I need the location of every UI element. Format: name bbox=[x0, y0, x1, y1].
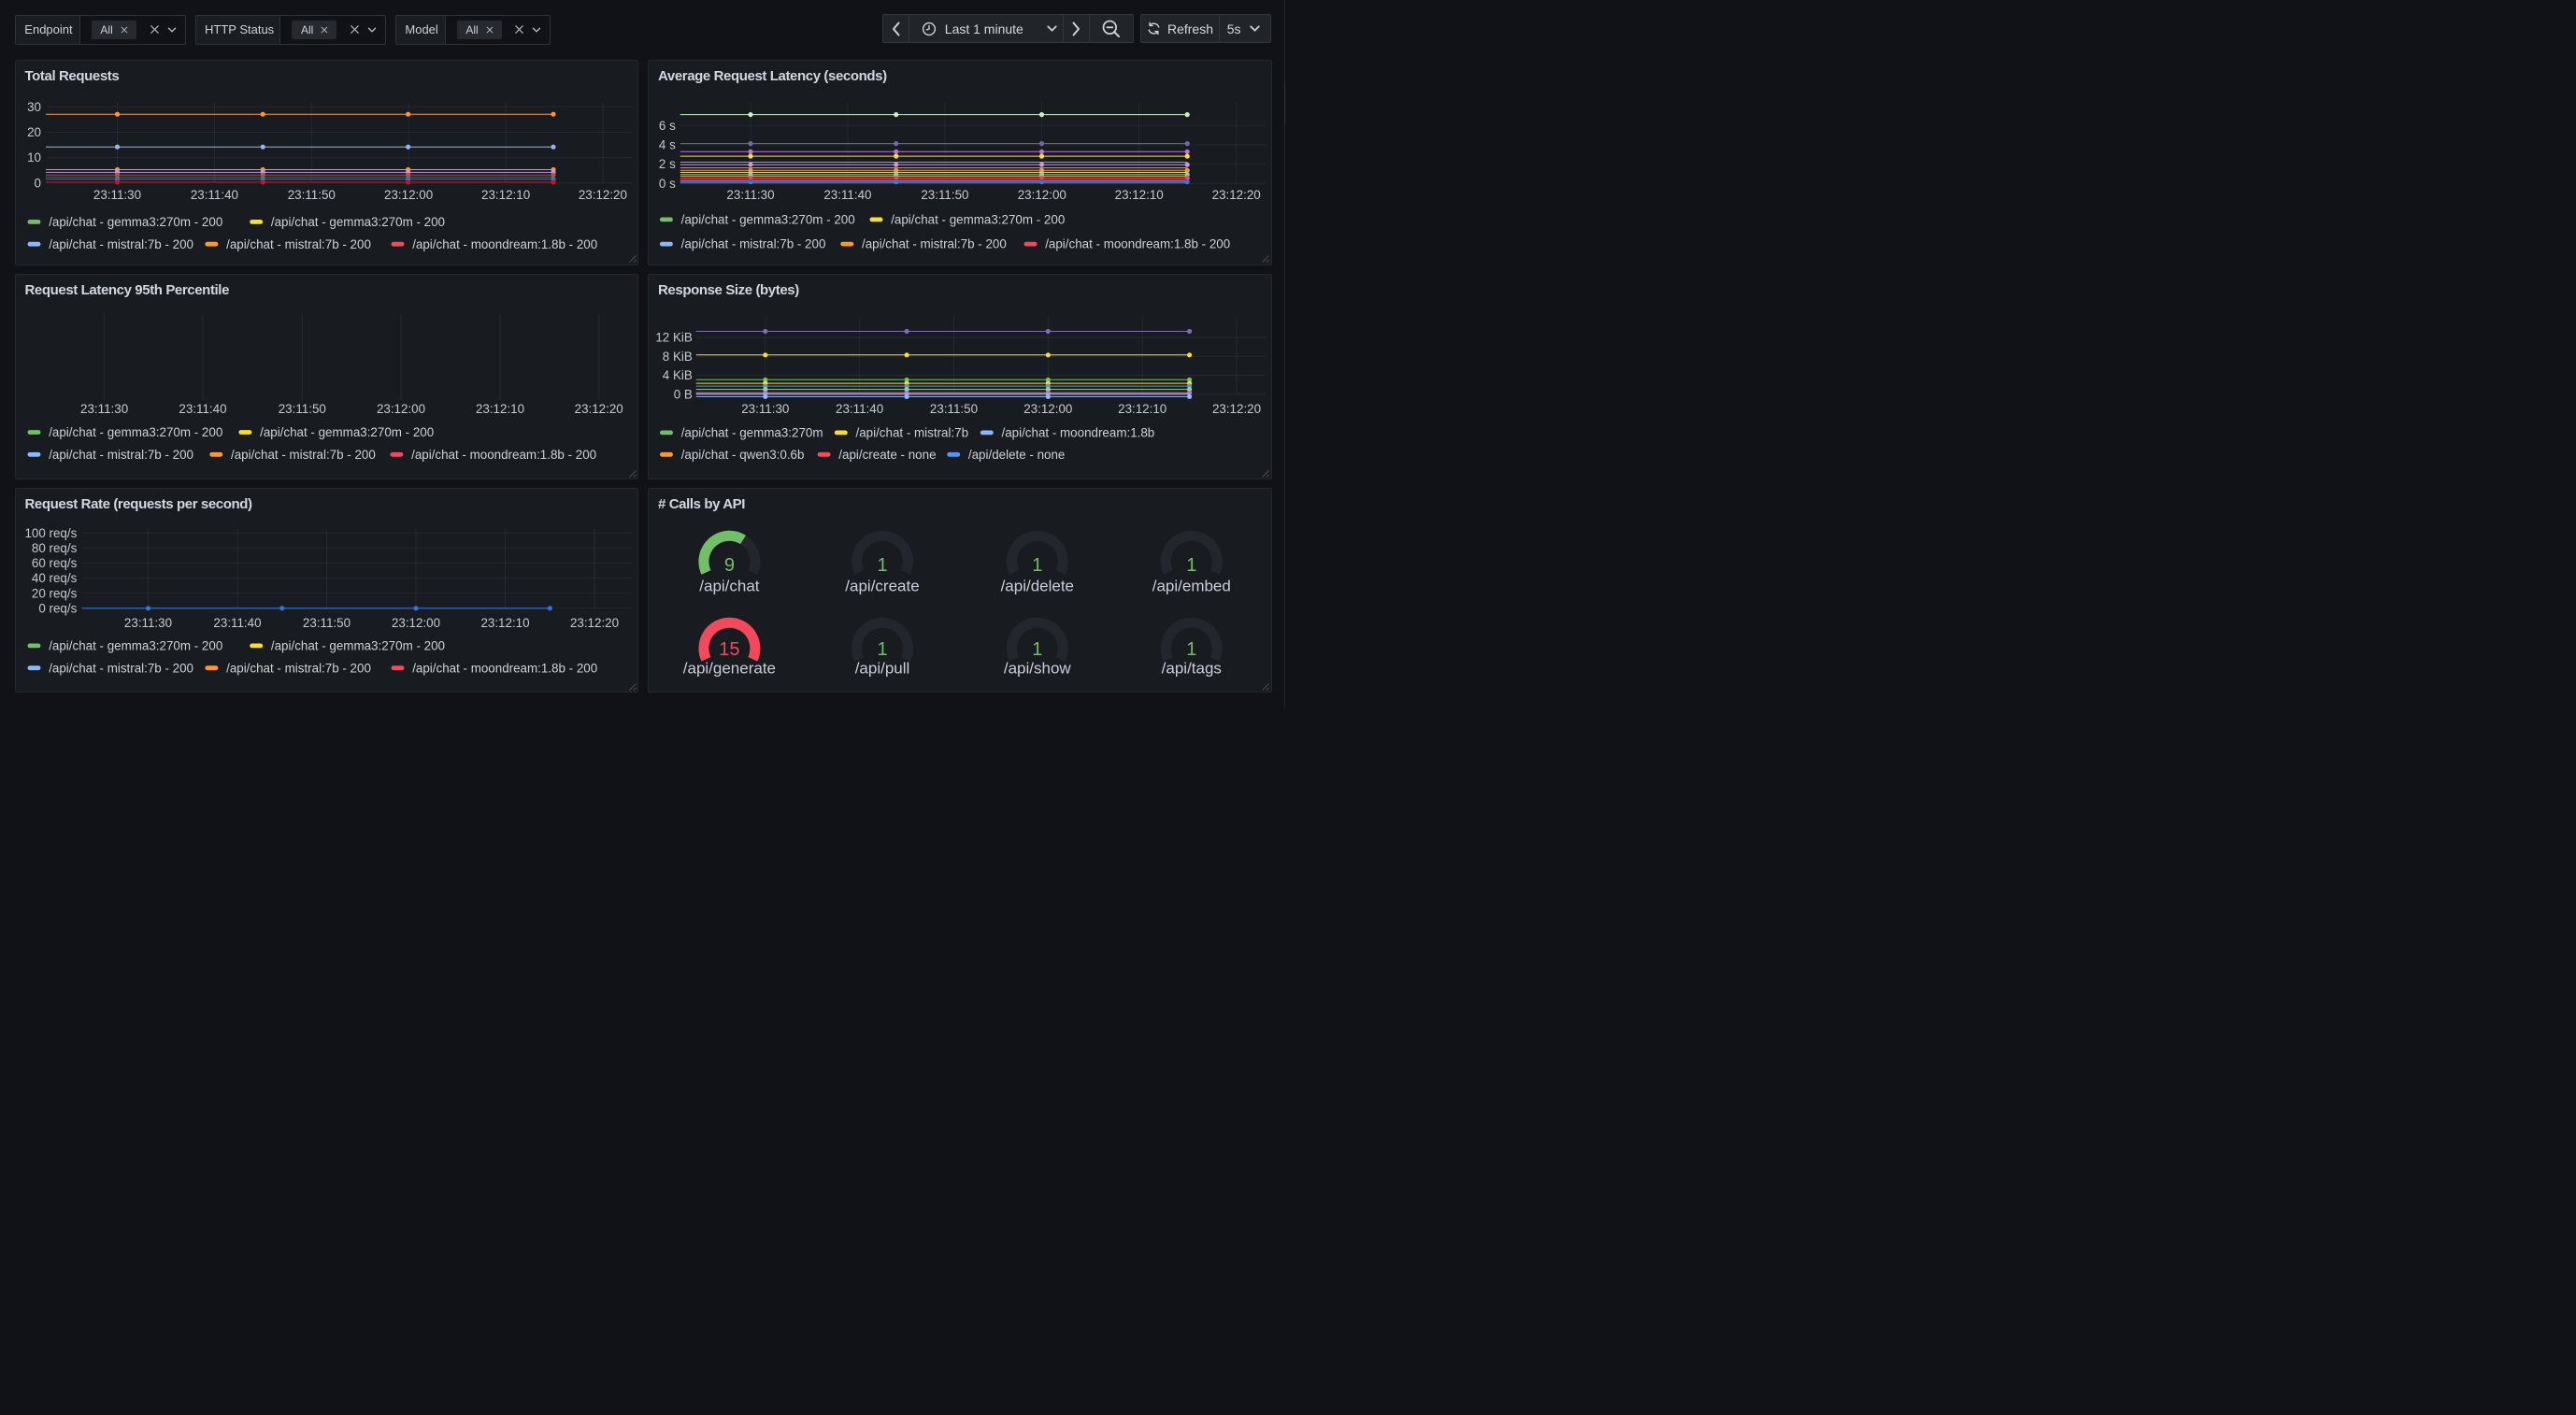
svg-text:23:12:20: 23:12:20 bbox=[578, 188, 626, 202]
svg-text:1: 1 bbox=[877, 554, 887, 575]
svg-text:/api/chat - mistral:7b - 200: /api/chat - mistral:7b - 200 bbox=[49, 447, 193, 461]
svg-text:23:11:30: 23:11:30 bbox=[123, 616, 171, 630]
svg-text:/api/chat - mistral:7b - 200: /api/chat - mistral:7b - 200 bbox=[226, 661, 371, 675]
svg-text:23:12:20: 23:12:20 bbox=[569, 616, 618, 630]
svg-text:1: 1 bbox=[1032, 554, 1042, 575]
svg-text:23:11:50: 23:11:50 bbox=[278, 402, 325, 416]
svg-text:0 B: 0 B bbox=[674, 387, 693, 401]
svg-text:1: 1 bbox=[1186, 554, 1196, 575]
svg-text:23:12:10: 23:12:10 bbox=[1118, 402, 1166, 416]
svg-text:1: 1 bbox=[1186, 639, 1196, 660]
svg-text:/api/chat - mistral:7b - 200: /api/chat - mistral:7b - 200 bbox=[226, 237, 371, 251]
svg-text:23:12:00: 23:12:00 bbox=[384, 188, 433, 202]
svg-text:23:12:00: 23:12:00 bbox=[1023, 402, 1072, 416]
svg-text:23:11:30: 23:11:30 bbox=[726, 188, 774, 202]
svg-text:/api/chat - mistral:7b - 200: /api/chat - mistral:7b - 200 bbox=[681, 237, 826, 251]
svg-text:23:11:40: 23:11:40 bbox=[836, 402, 883, 416]
svg-text:/api/chat - gemma3:270m - 200: /api/chat - gemma3:270m - 200 bbox=[49, 425, 222, 439]
svg-text:0: 0 bbox=[34, 176, 40, 190]
svg-text:23:11:40: 23:11:40 bbox=[823, 188, 871, 202]
svg-text:/api/chat - mistral:7b - 200: /api/chat - mistral:7b - 200 bbox=[49, 661, 193, 675]
svg-text:/api/tags: /api/tags bbox=[1162, 659, 1222, 677]
svg-text:/api/chat - gemma3:270m - 200: /api/chat - gemma3:270m - 200 bbox=[49, 638, 222, 652]
svg-text:/api/create - none: /api/create - none bbox=[838, 447, 936, 461]
svg-text:0 s: 0 s bbox=[659, 177, 676, 191]
svg-text:/api/delete - none: /api/delete - none bbox=[968, 447, 1065, 461]
svg-text:23:12:20: 23:12:20 bbox=[1212, 402, 1261, 416]
svg-text:80 req/s: 80 req/s bbox=[31, 540, 77, 554]
svg-text:40 req/s: 40 req/s bbox=[31, 571, 77, 585]
svg-text:/api/chat - mistral:7b: /api/chat - mistral:7b bbox=[856, 425, 969, 439]
svg-text:23:11:50: 23:11:50 bbox=[287, 188, 335, 202]
svg-text:12 KiB: 12 KiB bbox=[655, 330, 693, 344]
svg-text:1: 1 bbox=[1032, 639, 1042, 660]
svg-text:23:12:10: 23:12:10 bbox=[480, 616, 529, 630]
svg-text:/api/chat - mistral:7b - 200: /api/chat - mistral:7b - 200 bbox=[862, 237, 1007, 251]
svg-text:9: 9 bbox=[724, 554, 735, 575]
svg-text:/api/chat - moondream:1.8b - 2: /api/chat - moondream:1.8b - 200 bbox=[412, 661, 597, 675]
svg-text:23:12:20: 23:12:20 bbox=[1212, 188, 1261, 202]
svg-text:23:11:40: 23:11:40 bbox=[190, 188, 237, 202]
svg-text:/api/chat - gemma3:270m - 200: /api/chat - gemma3:270m - 200 bbox=[891, 213, 1065, 227]
svg-text:/api/chat - mistral:7b - 200: /api/chat - mistral:7b - 200 bbox=[49, 237, 193, 251]
svg-text:23:12:20: 23:12:20 bbox=[574, 402, 623, 416]
svg-text:/api/pull: /api/pull bbox=[855, 659, 910, 677]
svg-text:23:11:30: 23:11:30 bbox=[93, 188, 140, 202]
svg-text:23:11:40: 23:11:40 bbox=[179, 402, 226, 416]
svg-text:/api/chat - moondream:1.8b: /api/chat - moondream:1.8b bbox=[1002, 425, 1155, 439]
svg-text:/api/delete: /api/delete bbox=[1001, 577, 1074, 594]
svg-text:/api/chat - qwen3:0.6b: /api/chat - qwen3:0.6b bbox=[681, 447, 805, 461]
svg-text:/api/chat - gemma3:270m - 200: /api/chat - gemma3:270m - 200 bbox=[681, 213, 855, 227]
svg-text:/api/chat - moondream:1.8b - 2: /api/chat - moondream:1.8b - 200 bbox=[412, 237, 597, 251]
svg-text:23:11:40: 23:11:40 bbox=[213, 616, 261, 630]
svg-text:30: 30 bbox=[27, 100, 41, 114]
svg-text:0 req/s: 0 req/s bbox=[38, 601, 77, 615]
svg-text:23:12:00: 23:12:00 bbox=[391, 616, 439, 630]
svg-text:10: 10 bbox=[27, 150, 41, 164]
svg-text:23:12:10: 23:12:10 bbox=[1115, 188, 1164, 202]
svg-text:15: 15 bbox=[719, 639, 739, 660]
svg-text:23:12:00: 23:12:00 bbox=[376, 402, 424, 416]
svg-text:23:11:30: 23:11:30 bbox=[80, 402, 128, 416]
svg-text:/api/chat: /api/chat bbox=[699, 577, 760, 594]
svg-text:/api/chat - gemma3:270m - 200: /api/chat - gemma3:270m - 200 bbox=[270, 638, 444, 652]
svg-text:23:11:50: 23:11:50 bbox=[930, 402, 978, 416]
svg-text:8 KiB: 8 KiB bbox=[663, 349, 693, 363]
svg-text:/api/chat - mistral:7b - 200: /api/chat - mistral:7b - 200 bbox=[231, 447, 376, 461]
svg-text:60 req/s: 60 req/s bbox=[31, 556, 77, 570]
svg-text:20 req/s: 20 req/s bbox=[31, 586, 77, 600]
svg-text:/api/chat - gemma3:270m: /api/chat - gemma3:270m bbox=[681, 425, 823, 439]
svg-text:/api/chat - gemma3:270m - 200: /api/chat - gemma3:270m - 200 bbox=[270, 215, 444, 229]
svg-text:6 s: 6 s bbox=[659, 119, 676, 133]
svg-text:/api/chat - gemma3:270m - 200: /api/chat - gemma3:270m - 200 bbox=[260, 425, 434, 439]
svg-text:1: 1 bbox=[877, 639, 887, 660]
svg-text:23:12:10: 23:12:10 bbox=[481, 188, 530, 202]
svg-text:/api/chat - gemma3:270m - 200: /api/chat - gemma3:270m - 200 bbox=[49, 215, 222, 229]
svg-text:20: 20 bbox=[27, 125, 41, 139]
svg-text:4 KiB: 4 KiB bbox=[663, 368, 693, 382]
svg-text:/api/chat - moondream:1.8b - 2: /api/chat - moondream:1.8b - 200 bbox=[1045, 237, 1230, 251]
svg-text:/api/create: /api/create bbox=[845, 577, 919, 594]
svg-text:23:11:50: 23:11:50 bbox=[921, 188, 968, 202]
svg-text:/api/chat - moondream:1.8b - 2: /api/chat - moondream:1.8b - 200 bbox=[411, 447, 596, 461]
svg-text:/api/embed: /api/embed bbox=[1152, 577, 1231, 594]
svg-text:23:11:30: 23:11:30 bbox=[741, 402, 789, 416]
svg-text:/api/show: /api/show bbox=[1004, 659, 1072, 677]
svg-text:100 req/s: 100 req/s bbox=[24, 525, 77, 539]
svg-text:23:12:00: 23:12:00 bbox=[1018, 188, 1066, 202]
svg-text:2 s: 2 s bbox=[659, 157, 676, 171]
svg-text:23:11:50: 23:11:50 bbox=[302, 616, 350, 630]
svg-text:23:12:10: 23:12:10 bbox=[475, 402, 523, 416]
svg-text:4 s: 4 s bbox=[659, 138, 676, 152]
svg-text:/api/generate: /api/generate bbox=[683, 659, 776, 677]
